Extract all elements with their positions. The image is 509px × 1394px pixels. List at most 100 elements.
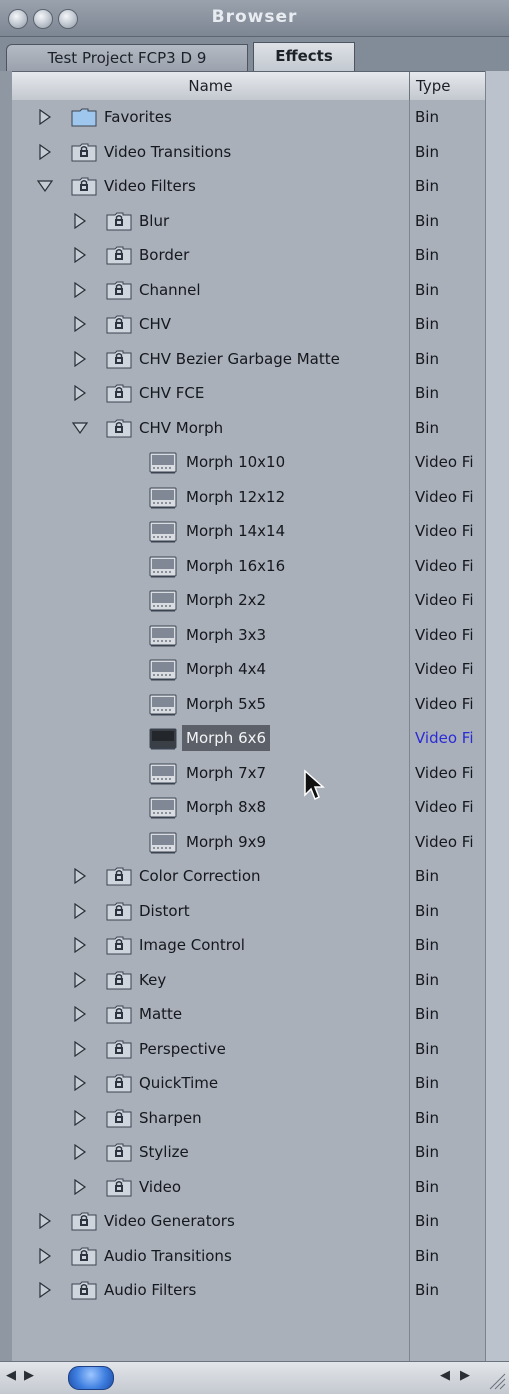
bin-row[interactable]: CHV FCE Bin — [12, 376, 485, 410]
disclosure-closed-icon[interactable] — [37, 1247, 53, 1268]
bin-name[interactable]: Sharpen — [139, 1109, 202, 1127]
disclosure-closed-icon[interactable] — [72, 1040, 88, 1061]
bin-row[interactable]: Stylize Bin — [12, 1135, 485, 1169]
scroll-thumb[interactable] — [68, 1366, 114, 1390]
bin-name[interactable]: Distort — [139, 902, 190, 920]
disclosure-closed-icon[interactable] — [72, 384, 88, 405]
bin-name[interactable]: Perspective — [139, 1040, 226, 1058]
bin-row[interactable]: CHV Bin — [12, 307, 485, 341]
bin-name[interactable]: Video Transitions — [104, 143, 231, 161]
effect-name[interactable]: Morph 4x4 — [186, 660, 266, 678]
bin-name[interactable]: Key — [139, 971, 166, 989]
disclosure-closed-icon[interactable] — [72, 971, 88, 992]
bin-name[interactable]: Image Control — [139, 936, 245, 954]
effect-row[interactable]: Morph 4x4 Video Fi — [12, 652, 485, 686]
bin-name[interactable]: Favorites — [104, 108, 172, 126]
bin-row[interactable]: Image Control Bin — [12, 928, 485, 962]
bin-name[interactable]: Audio Filters — [104, 1281, 196, 1299]
disclosure-open-icon[interactable] — [71, 420, 89, 440]
bin-row[interactable]: Border Bin — [12, 238, 485, 272]
effect-name[interactable]: Morph 7x7 — [186, 764, 266, 782]
bin-row[interactable]: Audio Transitions Bin — [12, 1239, 485, 1273]
effect-row[interactable]: Morph 2x2 Video Fi — [12, 583, 485, 617]
bin-row[interactable]: Blur Bin — [12, 204, 485, 238]
disclosure-closed-icon[interactable] — [72, 902, 88, 923]
disclosure-closed-icon[interactable] — [72, 281, 88, 302]
bin-name[interactable]: Matte — [139, 1005, 182, 1023]
effect-row[interactable]: Morph 7x7 Video Fi — [12, 756, 485, 790]
effect-name[interactable]: Morph 3x3 — [186, 626, 266, 644]
bin-row[interactable]: Video Generators Bin — [12, 1204, 485, 1238]
bin-name[interactable]: Color Correction — [139, 867, 261, 885]
disclosure-closed-icon[interactable] — [37, 108, 53, 129]
effect-name[interactable]: Morph 2x2 — [186, 591, 266, 609]
bin-name[interactable]: Audio Transitions — [104, 1247, 232, 1265]
disclosure-closed-icon[interactable] — [72, 1074, 88, 1095]
disclosure-open-icon[interactable] — [36, 178, 54, 198]
effect-name[interactable]: Morph 9x9 — [186, 833, 266, 851]
disclosure-closed-icon[interactable] — [72, 867, 88, 888]
effects-list[interactable]: Favorites Bin Video Transitions Bin Video Fi… — [12, 100, 485, 1361]
bin-row[interactable]: Audio Filters Bin — [12, 1273, 485, 1307]
tab-effects[interactable]: Effects — [253, 42, 355, 71]
bin-row[interactable]: Video Transitions Bin — [12, 135, 485, 169]
bin-name[interactable]: Channel — [139, 281, 201, 299]
bin-row[interactable]: QuickTime Bin — [12, 1066, 485, 1100]
bin-row[interactable]: Favorites Bin — [12, 100, 485, 134]
effect-row[interactable]: Morph 12x12 Video Fi — [12, 480, 485, 514]
bin-row[interactable]: Matte Bin — [12, 997, 485, 1031]
bin-row[interactable]: CHV Bezier Garbage Matte Bin — [12, 342, 485, 376]
effect-name[interactable]: Morph 16x16 — [186, 557, 285, 575]
effect-row[interactable]: Morph 8x8 Video Fi — [12, 790, 485, 824]
bin-row[interactable]: CHV Morph Bin — [12, 411, 485, 445]
bin-name[interactable]: Video — [139, 1178, 181, 1196]
disclosure-closed-icon[interactable] — [72, 1109, 88, 1130]
disclosure-closed-icon[interactable] — [72, 350, 88, 371]
disclosure-closed-icon[interactable] — [72, 315, 88, 336]
effect-name[interactable]: Morph 14x14 — [186, 522, 285, 540]
effect-row[interactable]: Morph 6x6 Video Fi — [12, 721, 485, 755]
scroll-right-icon[interactable]: ▶ — [24, 1368, 34, 1383]
effect-row[interactable]: Morph 16x16 Video Fi — [12, 549, 485, 583]
disclosure-closed-icon[interactable] — [37, 1281, 53, 1302]
bin-name[interactable]: Video Filters — [104, 177, 196, 195]
effect-name[interactable]: Morph 10x10 — [186, 453, 285, 471]
column-header-type[interactable]: Type — [416, 72, 450, 100]
disclosure-closed-icon[interactable] — [37, 143, 53, 164]
bin-name[interactable]: Stylize — [139, 1143, 189, 1161]
bin-name[interactable]: CHV Morph — [139, 419, 223, 437]
scroll-left-end-icon[interactable]: ◀ — [440, 1368, 450, 1383]
effect-name[interactable]: Morph 12x12 — [186, 488, 285, 506]
bin-row[interactable]: Perspective Bin — [12, 1032, 485, 1066]
disclosure-closed-icon[interactable] — [72, 246, 88, 267]
bin-name[interactable]: Blur — [139, 212, 169, 230]
bin-name[interactable]: QuickTime — [139, 1074, 218, 1092]
disclosure-closed-icon[interactable] — [72, 1005, 88, 1026]
bin-name[interactable]: Video Generators — [104, 1212, 235, 1230]
bin-name[interactable]: CHV Bezier Garbage Matte — [139, 350, 340, 368]
effect-row[interactable]: Morph 3x3 Video Fi — [12, 618, 485, 652]
disclosure-closed-icon[interactable] — [72, 212, 88, 233]
disclosure-closed-icon[interactable] — [37, 1212, 53, 1233]
bin-row[interactable]: Video Bin — [12, 1170, 485, 1204]
effect-name[interactable]: Morph 6x6 — [182, 725, 271, 751]
effect-name[interactable]: Morph 8x8 — [186, 798, 266, 816]
disclosure-closed-icon[interactable] — [72, 1143, 88, 1164]
disclosure-closed-icon[interactable] — [72, 1178, 88, 1199]
bin-row[interactable]: Channel Bin — [12, 273, 485, 307]
bin-row[interactable]: Sharpen Bin — [12, 1101, 485, 1135]
effect-row[interactable]: Morph 9x9 Video Fi — [12, 825, 485, 859]
title-bar[interactable]: Browser — [0, 0, 509, 37]
horizontal-scrollbar[interactable]: ◀ ▶ ◀ ▶ — [0, 1361, 509, 1394]
effect-row[interactable]: Morph 10x10 Video Fi — [12, 445, 485, 479]
scroll-left-icon[interactable]: ◀ — [6, 1368, 16, 1383]
bin-row[interactable]: Key Bin — [12, 963, 485, 997]
resize-grip-icon[interactable] — [488, 1372, 506, 1390]
disclosure-closed-icon[interactable] — [72, 936, 88, 957]
effect-row[interactable]: Morph 5x5 Video Fi — [12, 687, 485, 721]
scroll-right-end-icon[interactable]: ▶ — [460, 1368, 470, 1383]
effect-row[interactable]: Morph 14x14 Video Fi — [12, 514, 485, 548]
bin-row[interactable]: Video Filters Bin — [12, 169, 485, 203]
bin-name[interactable]: CHV FCE — [139, 384, 204, 402]
bin-name[interactable]: Border — [139, 246, 189, 264]
